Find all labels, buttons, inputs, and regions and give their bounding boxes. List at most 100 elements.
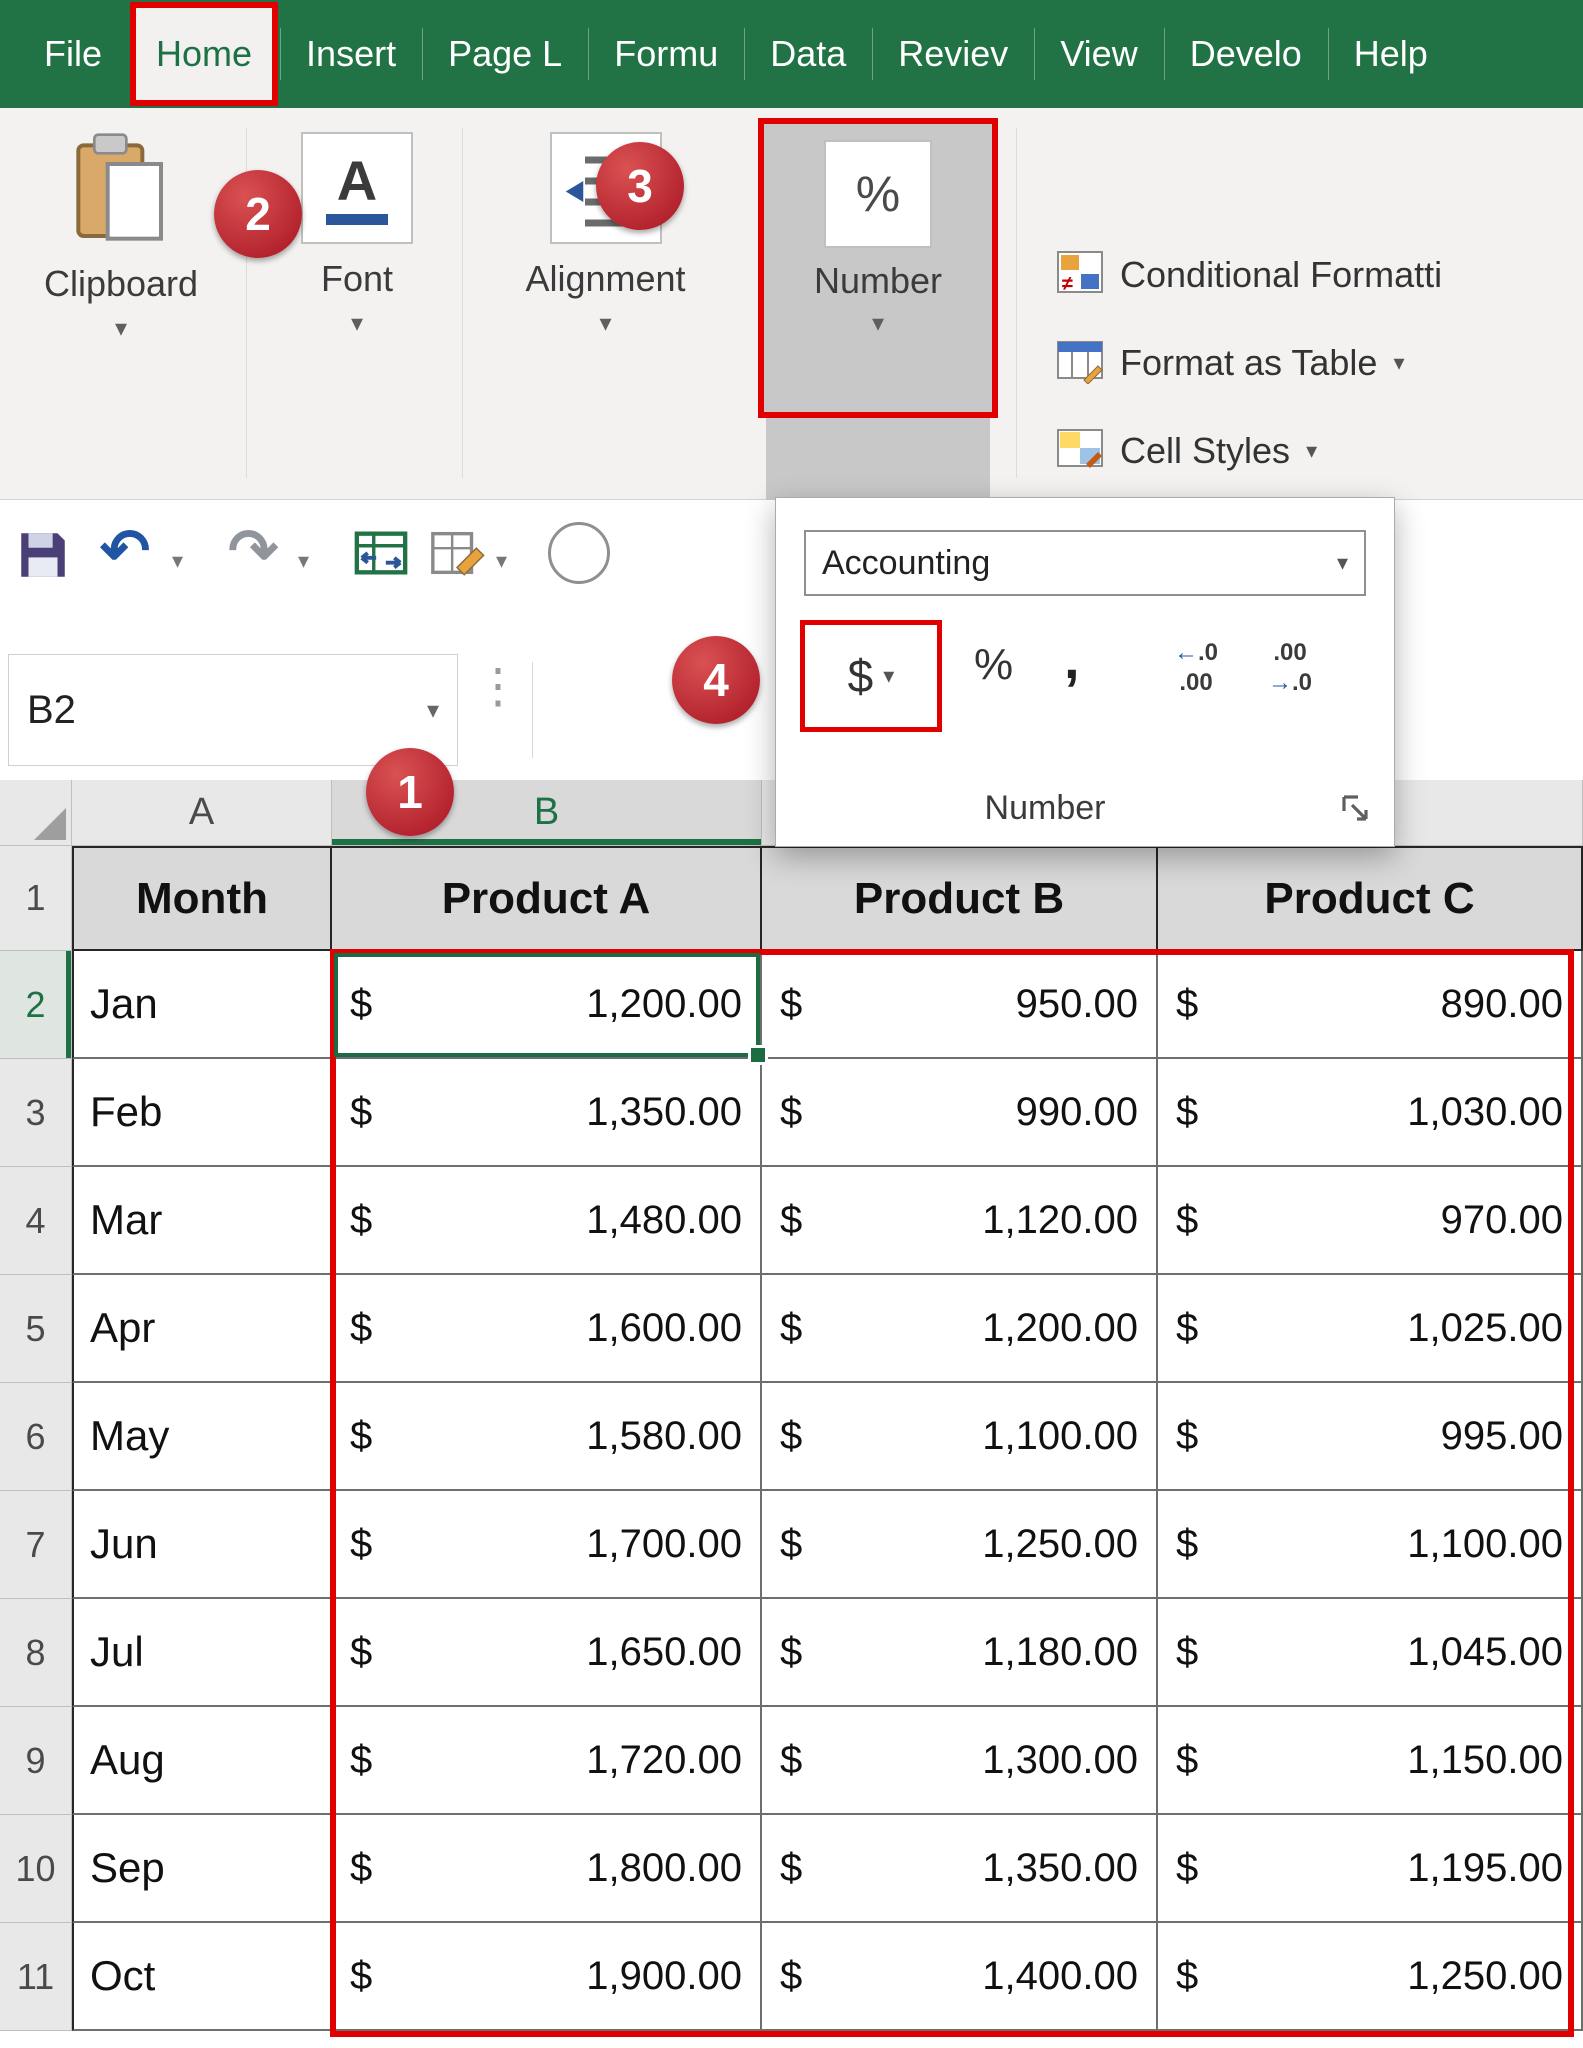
percent-style-button[interactable]: %: [974, 640, 1013, 690]
cell-D2[interactable]: $890.00: [1158, 951, 1583, 1059]
cell-B9[interactable]: $1,720.00: [332, 1707, 762, 1815]
chevron-down-icon: ▾: [1306, 438, 1317, 464]
conditional-formatting-icon: ≠: [1056, 248, 1104, 301]
number-flyout-caption: Number: [776, 789, 1314, 828]
tab-insert[interactable]: Insert: [280, 0, 422, 108]
cell-B11[interactable]: $1,900.00: [332, 1923, 762, 2031]
cell-A9[interactable]: Aug: [72, 1707, 332, 1815]
tab-file[interactable]: File: [18, 0, 128, 108]
cell-B8[interactable]: $1,650.00: [332, 1599, 762, 1707]
cell-B1[interactable]: Product A: [332, 846, 762, 951]
cell-D11[interactable]: $1,250.00: [1158, 1923, 1583, 2031]
cell-C5[interactable]: $1,200.00: [762, 1275, 1158, 1383]
cell-C6[interactable]: $1,100.00: [762, 1383, 1158, 1491]
cell-C7[interactable]: $1,250.00: [762, 1491, 1158, 1599]
cell-C10[interactable]: $1,350.00: [762, 1815, 1158, 1923]
cell-C8[interactable]: $1,180.00: [762, 1599, 1158, 1707]
row-header-10[interactable]: 10: [0, 1815, 72, 1923]
decrease-decimal-button[interactable]: .00 →.0: [1268, 638, 1312, 698]
currency-symbol: $: [350, 982, 372, 1027]
cell-D3[interactable]: $1,030.00: [1158, 1059, 1583, 1167]
cell-A8[interactable]: Jul: [72, 1599, 332, 1707]
cell-D4[interactable]: $970.00: [1158, 1167, 1583, 1275]
row-header-8[interactable]: 8: [0, 1599, 72, 1707]
accounting-currency-button[interactable]: $ ▾: [812, 634, 930, 718]
cell-D5[interactable]: $1,025.00: [1158, 1275, 1583, 1383]
tab-formu[interactable]: Formu: [588, 0, 744, 108]
currency-symbol: $: [350, 1630, 372, 1675]
select-all-corner[interactable]: [0, 780, 72, 846]
cell-B2[interactable]: $1,200.00: [332, 951, 762, 1059]
undo-chevron-icon[interactable]: ▾: [172, 548, 183, 574]
cell-B4[interactable]: $1,480.00: [332, 1167, 762, 1275]
cell-C1[interactable]: Product B: [762, 846, 1158, 951]
row-header-1[interactable]: 1: [0, 846, 72, 951]
row-header-5[interactable]: 5: [0, 1275, 72, 1383]
undo-button[interactable]: ↶: [100, 516, 150, 586]
fill-handle[interactable]: [748, 1045, 768, 1065]
dialog-launcher-icon[interactable]: [1340, 793, 1372, 830]
cell-value: 1,580.00: [586, 1414, 742, 1459]
cell-styles-button[interactable]: Cell Styles ▾: [1056, 424, 1317, 477]
cell-A3[interactable]: Feb: [72, 1059, 332, 1167]
redo-chevron-icon[interactable]: ▾: [298, 548, 309, 574]
row-header-7[interactable]: 7: [0, 1491, 72, 1599]
tab-page-l[interactable]: Page L: [422, 0, 588, 108]
cell-D8[interactable]: $1,045.00: [1158, 1599, 1583, 1707]
cell-A5[interactable]: Apr: [72, 1275, 332, 1383]
row-header-4[interactable]: 4: [0, 1167, 72, 1275]
cell-B10[interactable]: $1,800.00: [332, 1815, 762, 1923]
drag-handle-dots-icon[interactable]: ⋮: [474, 658, 522, 714]
cell-C2[interactable]: $950.00: [762, 951, 1158, 1059]
name-box[interactable]: B2 ▾: [8, 654, 458, 766]
format-as-table-button[interactable]: Format as Table ▾: [1056, 336, 1405, 389]
clipboard-group-button[interactable]: Clipboard ▾: [16, 132, 226, 339]
tab-home[interactable]: Home: [130, 2, 278, 106]
cell-B7[interactable]: $1,700.00: [332, 1491, 762, 1599]
currency-symbol: $: [350, 1198, 372, 1243]
cell-B5[interactable]: $1,600.00: [332, 1275, 762, 1383]
conditional-formatting-button[interactable]: ≠ Conditional Formatti: [1056, 248, 1442, 301]
name-box-dropdown-icon[interactable]: ▾: [427, 696, 439, 725]
cell-A11[interactable]: Oct: [72, 1923, 332, 2031]
cell-A4[interactable]: Mar: [72, 1167, 332, 1275]
increase-decimal-button[interactable]: ←.0 .00: [1174, 638, 1218, 698]
tab-help[interactable]: Help: [1328, 0, 1454, 108]
cell-D1[interactable]: Product C: [1158, 846, 1583, 951]
number-group-button[interactable]: % Number ▾: [758, 118, 998, 418]
cell-D7[interactable]: $1,100.00: [1158, 1491, 1583, 1599]
cell-C4[interactable]: $1,120.00: [762, 1167, 1158, 1275]
column-header-a[interactable]: A: [72, 780, 332, 846]
cell-D6[interactable]: $995.00: [1158, 1383, 1583, 1491]
cell-A10[interactable]: Sep: [72, 1815, 332, 1923]
tab-data[interactable]: Data: [744, 0, 872, 108]
cell-A1[interactable]: Month: [72, 846, 332, 951]
cell-D9[interactable]: $1,150.00: [1158, 1707, 1583, 1815]
cell-C3[interactable]: $990.00: [762, 1059, 1158, 1167]
cell-A6[interactable]: May: [72, 1383, 332, 1491]
cell-B3[interactable]: $1,350.00: [332, 1059, 762, 1167]
row-header-3[interactable]: 3: [0, 1059, 72, 1167]
row-header-11[interactable]: 11: [0, 1923, 72, 2031]
row-header-6[interactable]: 6: [0, 1383, 72, 1491]
currency-symbol: $: [780, 1954, 802, 1999]
redo-button[interactable]: ↷: [228, 516, 278, 586]
tab-reviev[interactable]: Reviev: [872, 0, 1034, 108]
table-tool-button[interactable]: [352, 524, 410, 587]
cell-B6[interactable]: $1,580.00: [332, 1383, 762, 1491]
row-header-9[interactable]: 9: [0, 1707, 72, 1815]
cell-A2[interactable]: Jan: [72, 951, 332, 1059]
tab-view[interactable]: View: [1034, 0, 1163, 108]
number-format-select[interactable]: Accounting ▾: [804, 530, 1366, 596]
edit-table-chevron-icon[interactable]: ▾: [496, 548, 507, 574]
edit-table-button[interactable]: [428, 524, 486, 587]
cell-C9[interactable]: $1,300.00: [762, 1707, 1158, 1815]
cell-C11[interactable]: $1,400.00: [762, 1923, 1158, 2031]
tab-develo[interactable]: Develo: [1164, 0, 1328, 108]
comma-style-button[interactable]: ,: [1064, 626, 1080, 691]
save-button[interactable]: [14, 526, 72, 589]
cell-D10[interactable]: $1,195.00: [1158, 1815, 1583, 1923]
cell-value: 1,180.00: [982, 1630, 1138, 1675]
cell-A7[interactable]: Jun: [72, 1491, 332, 1599]
row-header-2[interactable]: 2: [0, 951, 72, 1059]
